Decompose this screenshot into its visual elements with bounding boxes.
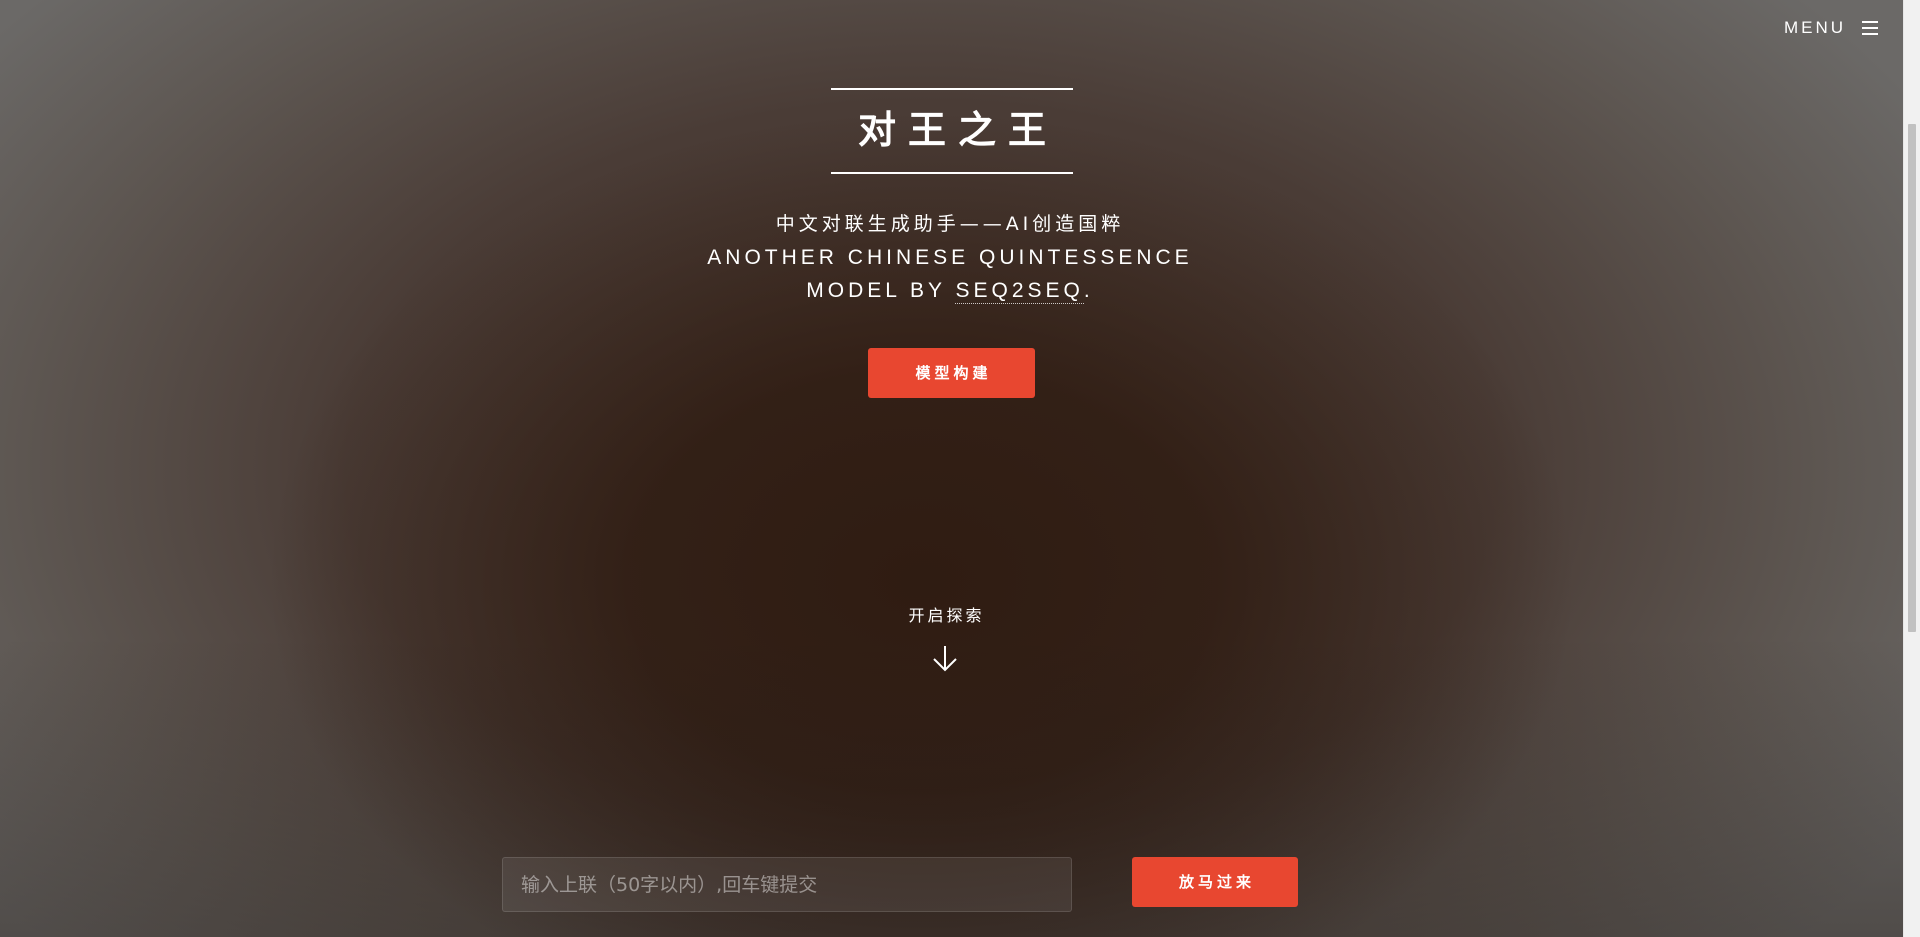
submit-button[interactable]: 放马过来 [1132,857,1298,907]
subtitle-english-line-2: MODEL BY SEQ2SEQ. [560,274,1340,307]
page-title: 对王之王 [857,108,1058,152]
explore-label: 开启探索 [908,606,985,625]
seq2seq-link[interactable]: SEQ2SEQ [955,279,1084,304]
couplet-input[interactable] [502,857,1072,912]
subtitle-english-line-1: ANOTHER CHINESE QUINTESSENCE [707,246,1193,269]
explore-link[interactable]: 开启探索 [880,604,1010,672]
hero-subtitle: 中文对联生成助手——AI创造国粹 ANOTHER CHINESE QUINTES… [560,208,1340,307]
arrow-down-icon [933,646,957,672]
page: MENU 对王之王 中文对联生成助手——AI创造国粹 ANOTHER CHINE… [0,0,1920,937]
title-bottom-rule [831,172,1073,174]
scrollbar[interactable] [1903,0,1920,937]
hamburger-icon [1862,21,1878,35]
subtitle-model-by: MODEL BY [806,279,956,302]
menu-button[interactable]: MENU [1784,18,1878,38]
scrollbar-thumb[interactable] [1908,124,1916,632]
subtitle-period: . [1083,279,1094,302]
menu-label: MENU [1783,18,1846,37]
model-build-button[interactable]: 模型构建 [868,348,1035,398]
subtitle-chinese: 中文对联生成助手——AI创造国粹 [775,213,1125,235]
title-block: 对王之王 [831,88,1073,174]
